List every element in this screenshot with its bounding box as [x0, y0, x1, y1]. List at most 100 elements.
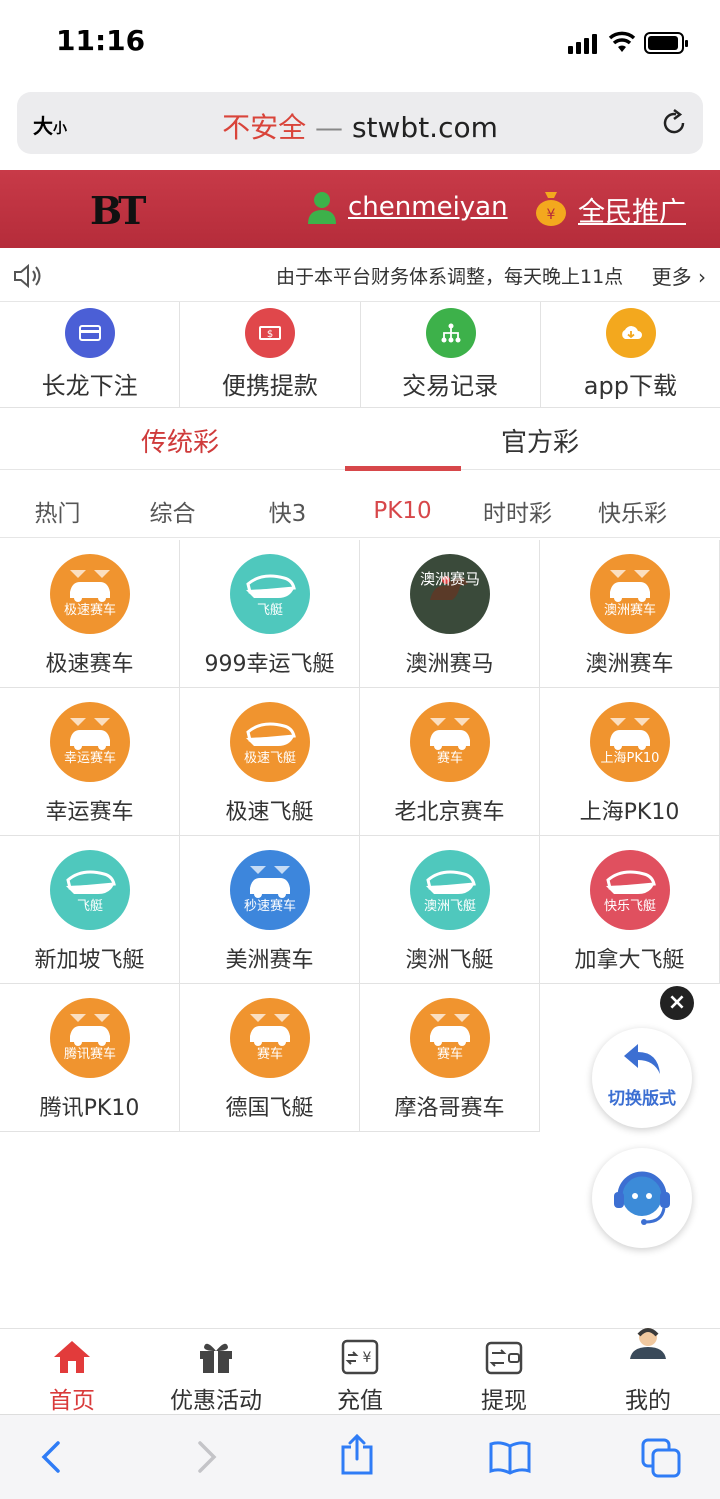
race-car-icon: 澳洲赛车: [590, 554, 670, 634]
tab-traditional-lottery[interactable]: 传统彩: [0, 422, 360, 459]
site-logo[interactable]: BT: [90, 182, 150, 238]
subtab-k3[interactable]: 快3: [230, 494, 345, 528]
game-badge-text: 赛车: [436, 1047, 463, 1062]
signal-icon: [568, 34, 600, 54]
username-link[interactable]: chenmeiyan: [348, 192, 508, 222]
svg-text:$: $: [267, 329, 273, 340]
tabs-icon[interactable]: [640, 1437, 682, 1479]
game-badge-text: 赛车: [256, 1047, 283, 1062]
insecure-label: 不安全: [222, 111, 307, 144]
game-item[interactable]: 快乐飞艇 加拿大飞艇: [540, 836, 720, 984]
switch-layout-button[interactable]: 切换版式: [592, 1028, 692, 1128]
game-badge-text: 腾讯赛车: [63, 1047, 116, 1062]
notice-bar: 由于本平台财务体系调整，每天晚上11点 更多 ›: [0, 248, 720, 302]
nav-recharge[interactable]: ¥ 充值: [288, 1329, 432, 1414]
undo-arrow-icon: [624, 1044, 660, 1074]
speedboat-icon: 飞艇: [50, 850, 130, 930]
promotion-link[interactable]: 全民推广: [578, 190, 686, 229]
subtab-general[interactable]: 综合: [115, 494, 230, 528]
game-item[interactable]: 飞艇 新加坡飞艇: [0, 836, 180, 984]
site-header: BT chenmeiyan ¥ 全民推广: [0, 170, 720, 248]
back-icon[interactable]: [38, 1439, 66, 1475]
nav-mine[interactable]: 我的: [576, 1328, 720, 1414]
race-car-icon: 上海PK10: [590, 702, 670, 782]
subtab-hot[interactable]: 热门: [0, 494, 115, 528]
game-item[interactable]: 赛车 德国飞艇: [180, 984, 360, 1132]
game-name: 摩洛哥赛车: [394, 1096, 505, 1121]
race-car-icon: 赛车: [230, 998, 310, 1078]
cloud-download-icon: [605, 308, 656, 358]
game-badge-text: 飞艇: [76, 899, 103, 914]
subtab-ssc[interactable]: 时时彩: [460, 494, 575, 528]
game-item[interactable]: 赛车 摩洛哥赛车: [360, 984, 540, 1132]
subtab-six[interactable]: 六: [690, 494, 720, 528]
bottom-navigation: 首页 优惠活动 ¥ 充值 提现 我的: [0, 1328, 720, 1414]
game-name: 老北京赛车: [394, 800, 505, 825]
game-item[interactable]: 上海PK10 上海PK10: [540, 688, 720, 836]
headset-icon: [614, 1171, 670, 1225]
customer-service-button[interactable]: [592, 1148, 692, 1248]
nav-home[interactable]: 首页: [0, 1329, 144, 1414]
notice-more-link[interactable]: 更多 ›: [652, 261, 706, 290]
game-badge-text: 秒速赛车: [243, 899, 296, 914]
tab-official-lottery[interactable]: 官方彩: [360, 422, 720, 459]
share-icon[interactable]: [338, 1433, 376, 1477]
game-item[interactable]: 极速飞艇 极速飞艇: [180, 688, 360, 836]
game-item[interactable]: 幸运赛车 幸运赛车: [0, 688, 180, 836]
nav-withdraw[interactable]: 提现: [432, 1329, 576, 1414]
game-item[interactable]: 澳洲飞艇 澳洲飞艇: [360, 836, 540, 984]
nav-promotions[interactable]: 优惠活动: [144, 1329, 288, 1414]
bookmarks-icon[interactable]: [488, 1439, 532, 1475]
game-badge-text: 上海PK10: [600, 751, 660, 766]
game-name: 美洲赛车: [225, 948, 314, 973]
game-badge-text: 澳洲赛马: [419, 570, 480, 588]
game-badge-text: 极速赛车: [63, 603, 116, 618]
game-name: 极速飞艇: [225, 800, 314, 825]
race-car-icon: 秒速赛车: [230, 850, 310, 930]
home-icon: [54, 1341, 90, 1373]
subtab-pk10[interactable]: PK10: [345, 498, 460, 524]
browser-toolbar: [0, 1414, 720, 1499]
horse-racing-icon: 澳洲赛马: [410, 554, 490, 634]
subtab-happy[interactable]: 快乐彩: [575, 494, 690, 528]
game-name: 上海PK10: [579, 800, 680, 825]
money-bag-icon: ¥: [536, 192, 566, 226]
quick-action-withdraw[interactable]: $ 便携提款: [180, 302, 361, 407]
game-badge-text: 飞艇: [256, 603, 283, 618]
gift-icon: [200, 1343, 232, 1373]
game-name: 新加坡飞艇: [34, 948, 145, 973]
game-item[interactable]: 澳洲赛车 澳洲赛车: [540, 540, 720, 688]
game-badge-text: 赛车: [436, 751, 463, 766]
race-car-icon: 赛车: [410, 702, 490, 782]
game-item[interactable]: 秒速赛车 美洲赛车: [180, 836, 360, 984]
withdraw-icon: [485, 1341, 523, 1375]
quick-action-long-dragon[interactable]: 长龙下注: [0, 302, 181, 407]
game-badge-text: 澳洲赛车: [603, 603, 656, 618]
game-item[interactable]: 澳洲赛马 澳洲赛马: [360, 540, 540, 688]
speaker-icon: [14, 263, 41, 289]
url-display[interactable]: 不安全 — stwbt.com: [17, 106, 703, 146]
game-name: 德国飞艇: [225, 1096, 314, 1121]
notice-text: 由于本平台财务体系调整，每天晚上11点: [276, 266, 624, 288]
game-item[interactable]: 腾讯赛车腾讯PK10: [0, 984, 180, 1132]
game-name: 腾讯PK10: [39, 1096, 140, 1121]
address-bar[interactable]: 大小 不安全 — stwbt.com: [17, 92, 703, 154]
game-name: 加拿大飞艇: [574, 948, 685, 973]
game-item[interactable]: 飞艇 999幸运飞艇: [180, 540, 360, 688]
race-car-icon: 幸运赛车: [50, 702, 130, 782]
forward-icon[interactable]: [192, 1439, 220, 1475]
game-name: 澳洲赛车: [585, 652, 674, 677]
quick-action-app-download[interactable]: app下载: [541, 302, 720, 407]
speedboat-icon: 快乐飞艇: [590, 850, 670, 930]
game-item[interactable]: 极速赛车 极速赛车: [0, 540, 180, 688]
reload-icon[interactable]: [659, 108, 689, 138]
game-badge-text: 快乐飞艇: [603, 899, 656, 914]
speedboat-icon: 极速飞艇: [230, 702, 310, 782]
game-name: 澳洲赛马: [405, 652, 494, 677]
game-type-tabs: 热门 综合 快3 PK10 时时彩 快乐彩 六: [0, 478, 720, 538]
game-item[interactable]: 赛车 老北京赛车: [360, 688, 540, 836]
wifi-icon: [608, 31, 636, 52]
game-name: 澳洲飞艇: [405, 948, 494, 973]
quick-action-transactions[interactable]: 交易记录: [361, 302, 541, 407]
close-float-button[interactable]: ×: [660, 986, 694, 1020]
